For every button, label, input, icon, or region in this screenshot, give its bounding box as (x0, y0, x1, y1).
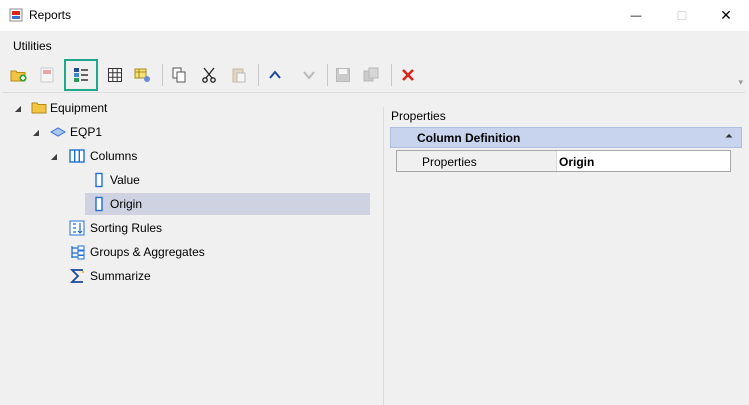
tree-node-eqp1[interactable]: ◢ EQP1 (0, 121, 370, 143)
toolbar-separator (162, 64, 163, 86)
toolbar: ▾ (3, 59, 745, 93)
tree-node-label: Value (110, 173, 140, 187)
table-edit-icon (134, 68, 150, 82)
tree-node-label: Sorting Rules (90, 221, 163, 235)
section-label: Column Definition (417, 131, 521, 145)
move-down-button[interactable] (297, 62, 321, 88)
collapse-icon[interactable]: ⏶ (725, 131, 733, 142)
tree-node-columns[interactable]: ◢ Columns (0, 145, 370, 167)
tree-node-label: Origin (110, 197, 143, 211)
save-all-button[interactable] (359, 62, 383, 88)
tree-node-equipment[interactable]: ◢ Equipment (0, 97, 370, 119)
add-folder-icon (10, 70, 27, 82)
tree-node-label: EQP1 (70, 125, 103, 139)
minimize-button[interactable]: — (613, 0, 659, 31)
expander-icon[interactable]: ◢ (50, 152, 58, 161)
tree-node-groups-aggregates[interactable]: Groups & Aggregates (0, 241, 370, 263)
copy-icon (172, 67, 186, 83)
property-key-label: Properties (422, 155, 477, 169)
delete-icon (402, 69, 414, 81)
minimize-icon: — (630, 9, 642, 22)
tree-node-label: Equipment (50, 101, 108, 115)
cut-icon (202, 67, 216, 83)
copy-button[interactable] (167, 62, 191, 88)
tree-node-label: Columns (90, 149, 138, 163)
maximize-button[interactable]: ☐ (659, 0, 705, 31)
grid-icon (108, 68, 122, 82)
save-all-icon (363, 67, 379, 82)
groups-icon (69, 244, 85, 260)
columns-icon (69, 148, 85, 164)
table-edit-button[interactable] (131, 62, 155, 88)
menu-utilities[interactable]: Utilities (13, 39, 52, 53)
properties-panel: Properties Column Definition ⏶ Propertie… (383, 107, 746, 405)
sorting-icon (69, 220, 85, 236)
cut-button[interactable] (197, 62, 221, 88)
column-icon (91, 172, 107, 188)
column-definition-icon (74, 68, 88, 82)
toolbar-separator (391, 64, 392, 86)
menu-bar: Utilities (0, 31, 749, 55)
sigma-icon (69, 268, 85, 284)
paste-icon (232, 68, 246, 83)
move-up-icon (269, 70, 281, 79)
toolbar-separator (327, 64, 328, 86)
tree-node-sorting-rules[interactable]: Sorting Rules (0, 217, 370, 239)
save-icon (336, 68, 350, 82)
save-button[interactable] (331, 62, 355, 88)
paste-button[interactable] (227, 62, 251, 88)
title-bar: Reports — ☐ ✕ (0, 0, 749, 31)
property-value[interactable]: Origin (559, 155, 594, 169)
report-node-icon (50, 124, 66, 140)
tree-node-label: Summarize (90, 269, 151, 283)
move-up-button[interactable] (263, 62, 287, 88)
property-row[interactable]: Properties Origin (396, 150, 731, 172)
toolbar-overflow-icon[interactable]: ▾ (738, 77, 743, 88)
delete-button[interactable] (396, 62, 420, 88)
tree-node-summarize[interactable]: Summarize (0, 265, 370, 287)
column-definition-button[interactable] (64, 59, 98, 91)
expander-icon[interactable]: ◢ (32, 128, 40, 137)
close-button[interactable]: ✕ (703, 0, 749, 31)
tree-node-value[interactable]: Value (85, 169, 370, 191)
expander-icon[interactable]: ◢ (14, 104, 22, 113)
property-key: Properties (397, 151, 557, 171)
move-down-icon (303, 71, 315, 80)
folder-icon (31, 100, 47, 116)
properties-title: Properties (391, 109, 446, 123)
column-definition-section[interactable]: Column Definition ⏶ (390, 127, 742, 148)
add-folder-button[interactable] (7, 62, 31, 88)
toolbar-separator (258, 64, 259, 86)
report-tree: ◢ Equipment ◢ EQP1 ◢ Columns Value Origi… (0, 97, 375, 405)
window-title: Reports (29, 8, 72, 22)
tree-node-label: Groups & Aggregates (90, 245, 205, 259)
maximize-icon: ☐ (676, 8, 688, 23)
column-icon (91, 196, 107, 212)
app-icon (9, 8, 23, 22)
report-button[interactable] (35, 62, 59, 88)
tree-node-origin[interactable]: Origin (85, 193, 370, 215)
close-icon: ✕ (720, 7, 732, 23)
grid-button[interactable] (103, 62, 127, 88)
report-icon (40, 67, 54, 83)
